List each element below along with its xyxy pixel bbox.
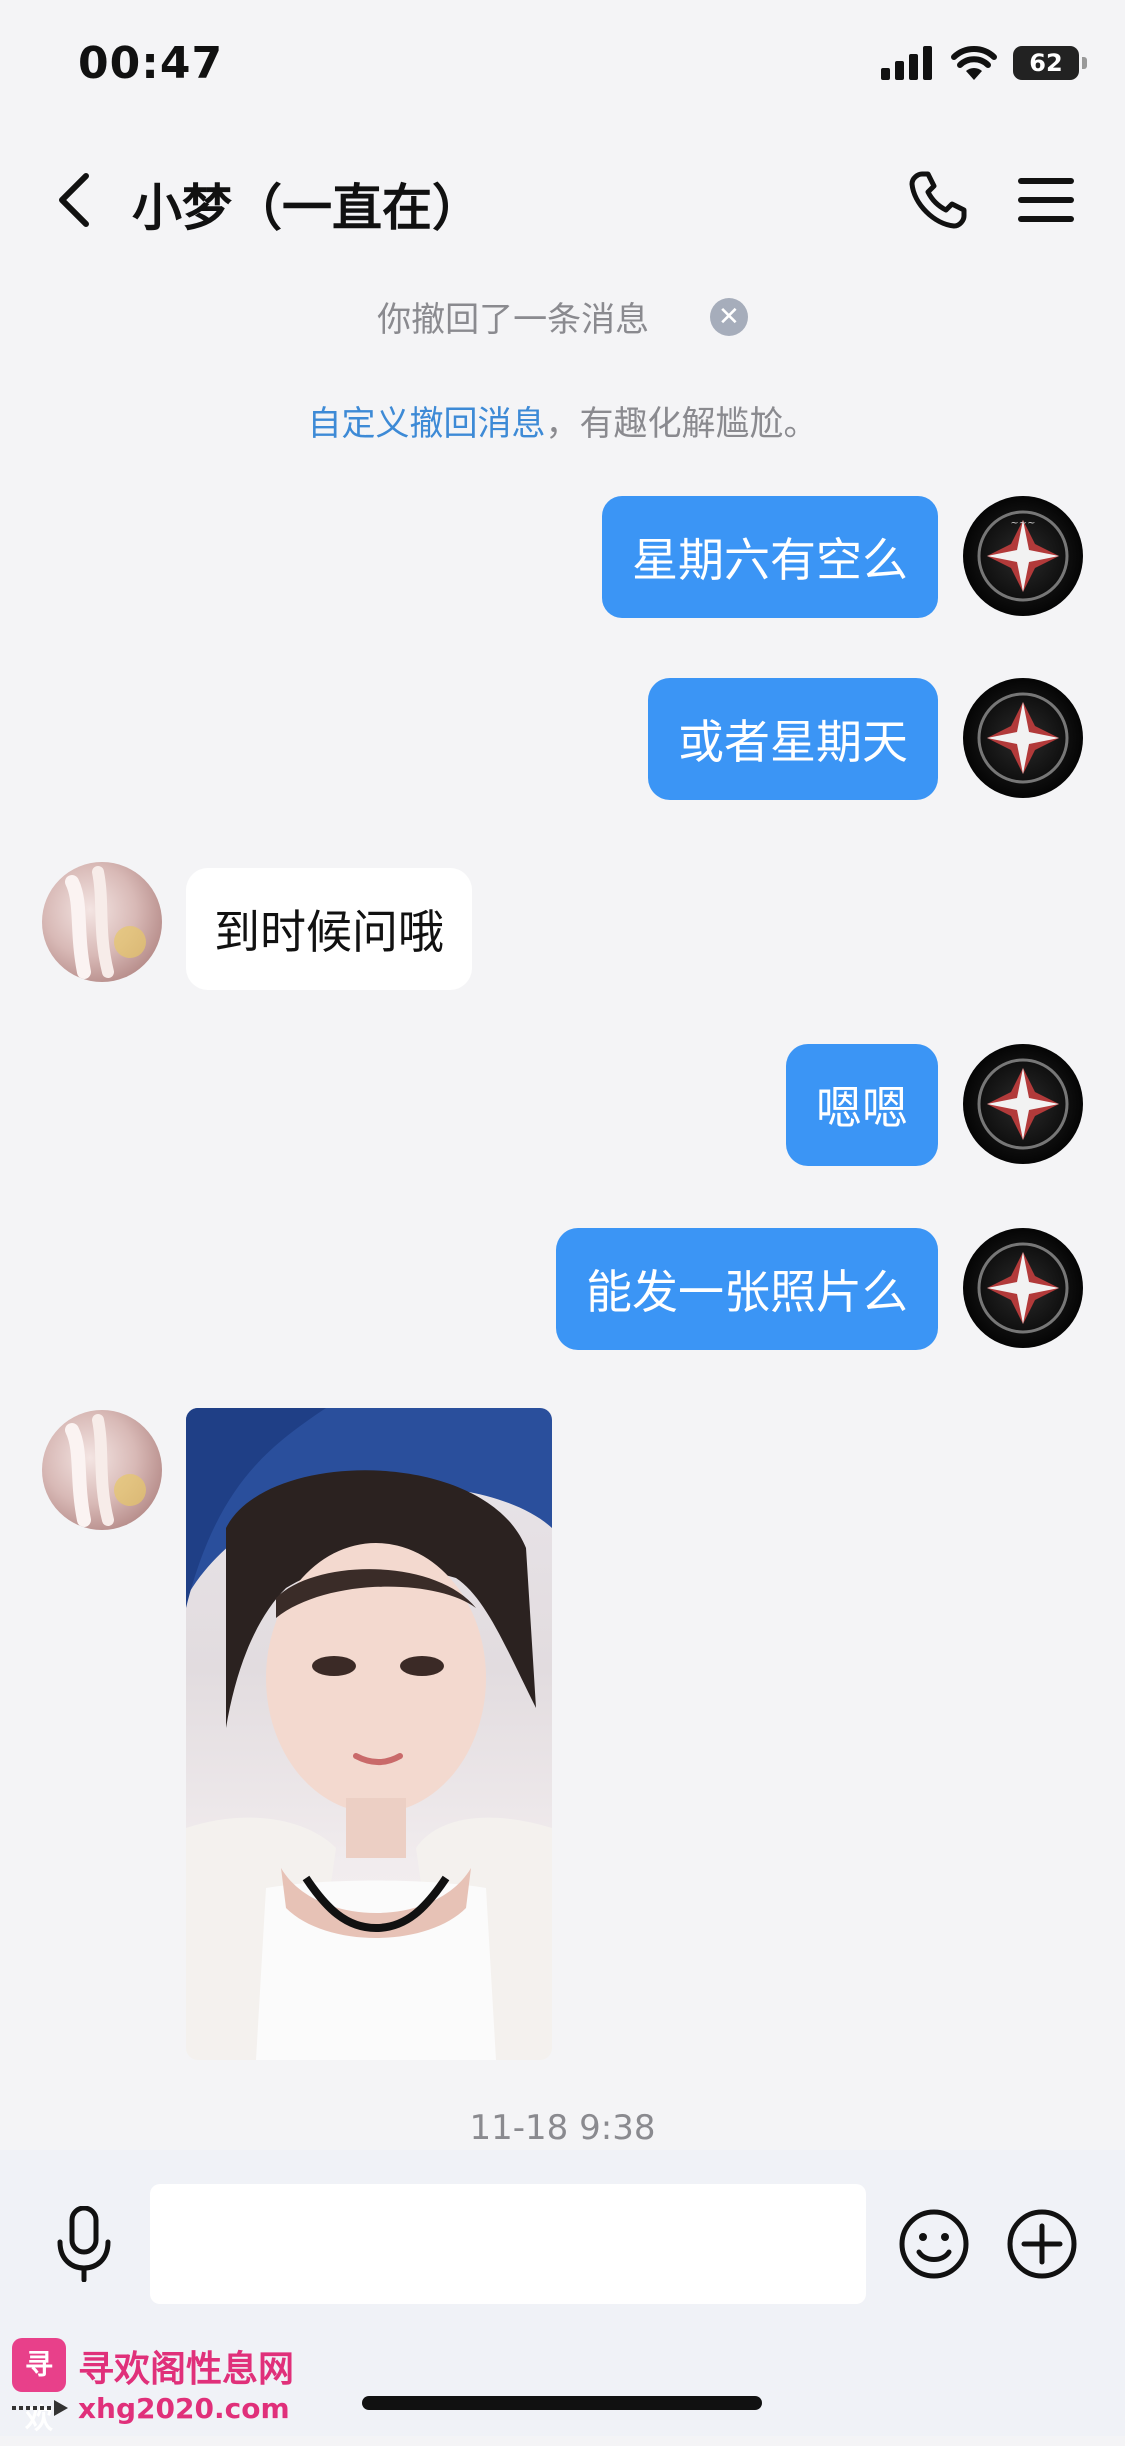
signal-icon	[881, 46, 932, 80]
message-bubble-outgoing[interactable]: 星期六有空么	[602, 496, 938, 618]
umbrella-logo-icon	[977, 1242, 1069, 1334]
message-row: 星期六有空么	[602, 496, 938, 618]
wifi-icon	[951, 46, 997, 80]
emoji-icon	[899, 2209, 969, 2279]
message-row: 或者星期天	[648, 678, 938, 800]
recall-tip: 自定义撤回消息，有趣化解尴尬。	[0, 396, 1125, 445]
contact-avatar[interactable]	[42, 1410, 162, 1530]
message-bubble-outgoing[interactable]: 能发一张照片么	[556, 1228, 938, 1350]
phone-icon	[909, 171, 967, 229]
back-icon	[59, 173, 89, 227]
svg-text:~~~: ~~~	[1010, 518, 1035, 529]
watermark-logo: 寻欢	[12, 2338, 66, 2435]
recall-text: 你撤回了一条消息	[377, 300, 650, 340]
watermark: 寻欢 寻欢阁性息网 xhg2020.com	[8, 2334, 308, 2435]
my-avatar[interactable]	[963, 1044, 1083, 1164]
umbrella-logo-icon	[977, 1058, 1069, 1150]
voice-button[interactable]	[48, 2204, 120, 2284]
call-button[interactable]	[902, 164, 974, 236]
message-bubble-outgoing[interactable]: 或者星期天	[648, 678, 938, 800]
mic-icon	[57, 2206, 111, 2282]
battery-icon: 62	[1013, 46, 1087, 80]
more-button[interactable]	[1004, 2206, 1080, 2282]
message-timestamp: 11-18 9:38	[469, 2108, 656, 2148]
photo-image	[186, 1408, 552, 2060]
contact-avatar-image	[65, 1414, 146, 1527]
umbrella-logo-icon: ~~~	[977, 510, 1069, 602]
custom-recall-link[interactable]: 自定义撤回消息	[308, 404, 546, 444]
my-avatar[interactable]: ~~~	[963, 496, 1083, 616]
status-icons: 62	[881, 46, 1087, 80]
my-avatar[interactable]	[963, 1228, 1083, 1348]
back-button[interactable]	[46, 168, 102, 232]
message-row: 到时候问哦	[186, 868, 472, 990]
umbrella-logo-icon	[977, 692, 1069, 784]
recall-tip-text: ，有趣化解尴尬。	[545, 404, 818, 444]
message-bubble-outgoing[interactable]: 嗯嗯	[786, 1044, 938, 1166]
status-time: 00:47	[78, 38, 224, 89]
menu-icon	[1018, 178, 1074, 222]
message-image[interactable]	[186, 1408, 552, 2060]
contact-avatar[interactable]	[42, 862, 162, 982]
watermark-name: 寻欢阁性息网	[78, 2348, 295, 2390]
status-bar: 00:47 62	[0, 0, 1125, 130]
my-avatar[interactable]	[963, 678, 1083, 798]
recall-notice: 你撤回了一条消息 ✕	[0, 292, 1125, 341]
close-icon[interactable]: ✕	[709, 297, 748, 336]
message-bubble-incoming[interactable]: 到时候问哦	[186, 868, 472, 990]
watermark-url: xhg2020.com	[78, 2392, 290, 2425]
arrow-icon	[12, 2400, 68, 2416]
message-row: 能发一张照片么	[556, 1228, 938, 1350]
message-input[interactable]	[150, 2184, 866, 2304]
contact-avatar-image	[65, 866, 146, 979]
home-indicator[interactable]	[362, 2396, 762, 2410]
emoji-button[interactable]	[896, 2206, 972, 2282]
nav-bar: 小梦（一直在）	[0, 140, 1125, 260]
message-row: 嗯嗯	[786, 1044, 938, 1166]
plus-icon	[1007, 2209, 1077, 2279]
menu-button[interactable]	[1010, 164, 1082, 236]
chat-title: 小梦（一直在）	[132, 179, 482, 237]
